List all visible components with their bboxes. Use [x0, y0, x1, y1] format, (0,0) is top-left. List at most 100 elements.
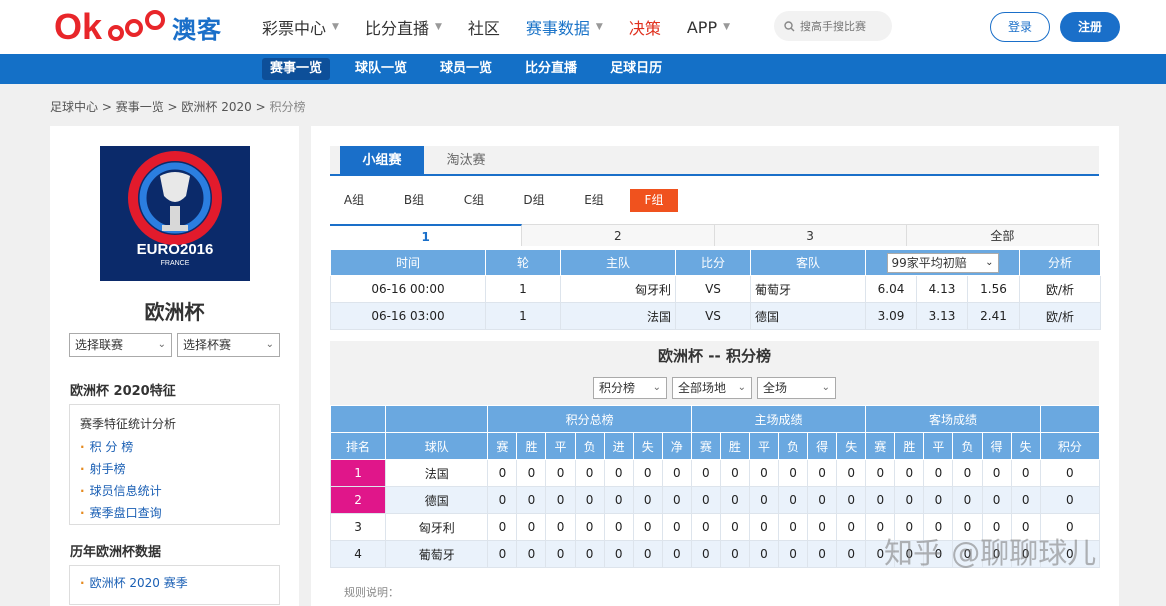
brand-name: 澳客 — [172, 15, 222, 44]
subnav-item[interactable]: 比分直播 — [517, 58, 585, 80]
standings-team[interactable]: 法国 — [385, 459, 489, 487]
login-button[interactable]: 登录 — [990, 12, 1050, 42]
logo[interactable]: Ok 澳客 — [54, 6, 222, 48]
group-selector: A组 B组 C组 D组 E组 F组 — [330, 189, 690, 212]
standings-stat: 0 — [690, 513, 721, 541]
breadcrumb-item[interactable]: 欧洲杯 2020 — [181, 100, 251, 114]
top-header: Ok 澳客 彩票中心 ▼ 比分直播 ▼ 社区 赛事数据 ▼ 决策 APP ▼ 登录 注册 — [0, 0, 1166, 54]
tab-group-stage[interactable]: 小组赛 — [340, 146, 424, 176]
group-tab[interactable]: F组 — [630, 189, 678, 212]
nav-item[interactable]: APP ▼ — [687, 18, 730, 37]
standings-stat: 0 — [894, 486, 925, 514]
home-team[interactable]: 法国 — [560, 302, 676, 330]
subnav-item[interactable]: 球队一览 — [347, 58, 415, 80]
standings-team[interactable]: 匈牙利 — [385, 513, 489, 541]
breadcrumb-item[interactable]: 足球中心 — [50, 100, 98, 114]
group-tab[interactable]: D组 — [510, 189, 558, 212]
standings-rank: 1 — [329, 459, 387, 487]
history-link[interactable]: 欧洲杯 2020 赛季 — [80, 572, 279, 594]
standings-col-header: 负 — [952, 432, 983, 460]
standings-stat: 0 — [748, 540, 780, 568]
okooo-logo-icon: Ok — [54, 7, 165, 47]
round-tab[interactable]: 3 — [715, 225, 907, 246]
standings-stat: 0 — [981, 486, 1012, 514]
analysis-link[interactable]: 欧/析 — [1019, 302, 1102, 330]
odds-value: 4.13 — [916, 275, 968, 303]
standings-stat: 0 — [690, 540, 721, 568]
sub-nav: 赛事一览 球队一览 球员一览 比分直播 足球日历 — [0, 54, 1166, 84]
standings-stat: 0 — [574, 513, 605, 541]
feature-link[interactable]: 球员信息统计 — [80, 480, 279, 502]
tab-knockout[interactable]: 淘汰赛 — [424, 146, 508, 176]
standings-stat: 0 — [574, 486, 605, 514]
feature-link[interactable]: 积 分 榜 — [80, 436, 279, 458]
caret-down-icon: ▼ — [332, 22, 339, 32]
nav-item[interactable]: 彩票中心 ▼ — [262, 15, 339, 39]
history-title: 历年欧洲杯数据 — [70, 545, 162, 560]
subnav-item[interactable]: 赛事一览 — [262, 58, 331, 80]
standings-col-header: 负 — [574, 432, 605, 460]
breadcrumb-item[interactable]: 赛事一览 — [116, 100, 164, 114]
round-tab[interactable]: 全部 — [907, 225, 1099, 246]
svg-text:FRANCE: FRANCE — [161, 260, 190, 267]
match-header-cell: 分析 — [1019, 249, 1102, 276]
group-tab[interactable]: B组 — [390, 189, 438, 212]
standings-stat: 0 — [632, 513, 663, 541]
nav-item[interactable]: 决策 — [629, 15, 661, 39]
standings-stat: 0 — [603, 486, 634, 514]
group-tab[interactable]: C组 — [450, 189, 498, 212]
standings-col-header: 进 — [603, 432, 634, 460]
odds-source-dropdown[interactable]: 99家平均初赔 ⌄ — [886, 252, 999, 273]
home-team[interactable]: 匈牙利 — [560, 275, 676, 303]
match-header-cell: 99家平均初赔 ⌄ — [864, 249, 1021, 276]
standings-stat: 0 — [719, 486, 750, 514]
search-input[interactable] — [800, 19, 888, 33]
standings-row[interactable]: 2 德国 0 0 0 0 0 0 0 0 0 0 0 0 0 0 0 0 0 0 0 0 — [329, 486, 1101, 514]
standings-row[interactable]: 1 法国 0 0 0 0 0 0 0 0 0 0 0 0 0 0 0 0 0 0 0 0 — [329, 459, 1101, 487]
euro-trophy-icon: EURO2016 FRANCE — [100, 146, 250, 281]
standings-team[interactable]: 葡萄牙 — [385, 540, 489, 568]
match-row[interactable]: 06-16 00:00 1 匈牙利 VS 葡萄牙 6.04 4.13 1.56 欧/析 — [330, 275, 1102, 303]
standings-col-header: 得 — [807, 432, 838, 460]
standings-stat: 0 — [661, 540, 692, 568]
standings-stat: 0 — [748, 486, 780, 514]
search-box[interactable] — [774, 11, 892, 41]
standings-stat: 0 — [777, 513, 809, 541]
standings-stat: 0 — [574, 540, 605, 568]
match-header-cell: 比分 — [675, 249, 751, 276]
left-sidebar: EURO2016 FRANCE 欧洲杯 选择联赛 ⌄ 选择杯赛 ⌄ 欧洲杯 2020… — [50, 126, 299, 606]
subnav-item[interactable]: 球员一览 — [432, 58, 500, 80]
standings-stat: 0 — [545, 486, 576, 514]
standings-blank-header — [1039, 405, 1101, 433]
feature-link[interactable]: 赛季盘口查询 — [80, 502, 279, 524]
nav-item-label: 赛事数据 — [525, 19, 590, 38]
odds-value: 2.41 — [966, 302, 1021, 330]
standings-col-header: 净 — [661, 432, 692, 460]
standings-team[interactable]: 德国 — [385, 486, 489, 514]
filter-table-dropdown[interactable]: 积分榜 ⌄ — [593, 377, 667, 399]
filter-label: 积分榜 — [599, 381, 636, 395]
feature-box: 赛季特征统计分析 积 分 榜射手榜球员信息统计赛季盘口查询 — [69, 404, 280, 525]
subnav-item[interactable]: 足球日历 — [602, 58, 670, 80]
feature-link[interactable]: 射手榜 — [80, 458, 279, 480]
round-tab[interactable]: 2 — [522, 225, 715, 246]
select-league-dropdown[interactable]: 选择联赛 ⌄ — [69, 333, 172, 357]
round-tab[interactable]: 1 — [330, 224, 523, 246]
history-box: 欧洲杯 2020 赛季 — [69, 565, 280, 605]
filter-half-dropdown[interactable]: 全场 ⌄ — [757, 377, 836, 399]
register-button[interactable]: 注册 — [1060, 12, 1120, 42]
nav-item[interactable]: 赛事数据 ▼ — [526, 15, 603, 39]
standings-filters: 积分榜 ⌄ 全部场地 ⌄ 全场 ⌄ — [330, 371, 1099, 405]
analysis-link[interactable]: 欧/析 — [1019, 275, 1102, 303]
match-row[interactable]: 06-16 03:00 1 法国 VS 德国 3.09 3.13 2.41 欧/析 — [330, 302, 1102, 330]
select-cup-dropdown[interactable]: 选择杯赛 ⌄ — [177, 333, 280, 357]
group-tab[interactable]: E组 — [570, 189, 618, 212]
chevron-down-icon: ⌄ — [652, 382, 661, 393]
nav-item[interactable]: 比分直播 ▼ — [365, 15, 442, 39]
filter-venue-dropdown[interactable]: 全部场地 ⌄ — [672, 377, 752, 399]
away-team[interactable]: 德国 — [750, 302, 866, 330]
standings-stat: 0 — [487, 513, 518, 541]
nav-item[interactable]: 社区 — [468, 15, 500, 39]
group-tab[interactable]: A组 — [330, 189, 378, 212]
away-team[interactable]: 葡萄牙 — [750, 275, 866, 303]
